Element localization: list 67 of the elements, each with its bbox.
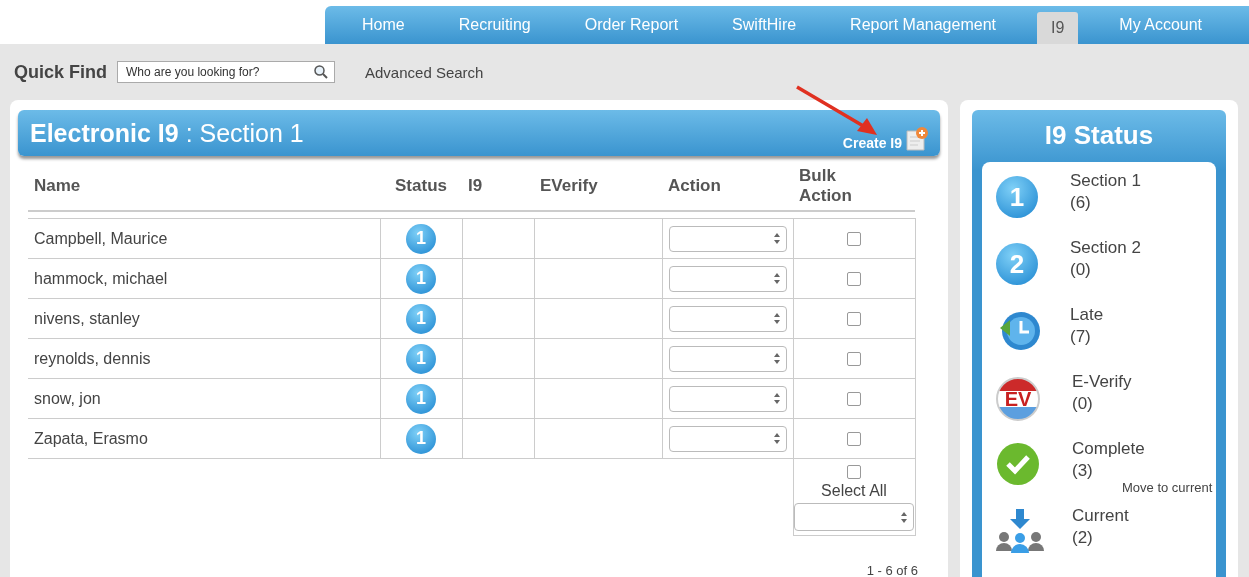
column-header: EVerify xyxy=(540,176,598,196)
search-field[interactable]: Who are you looking for? xyxy=(117,61,335,83)
numbered-circle-icon: 2 xyxy=(996,243,1038,285)
select-all-label: Select All xyxy=(821,482,887,500)
action-dropdown[interactable] xyxy=(668,425,787,452)
status-badge: 1 xyxy=(406,383,436,414)
column-header: Status xyxy=(395,176,447,196)
bulk-checkbox[interactable] xyxy=(847,352,861,367)
status-label[interactable]: Section 1 xyxy=(1070,170,1141,192)
people-icon xyxy=(996,509,1044,553)
status-count: (0) xyxy=(1070,259,1092,281)
select-all-checkbox[interactable] xyxy=(847,465,861,479)
column-header: Action xyxy=(668,176,721,196)
action-dropdown[interactable] xyxy=(668,305,787,332)
caret-icon xyxy=(773,273,780,284)
name-cell: Campbell, Maurice xyxy=(34,229,168,247)
status-count: (3) xyxy=(1072,460,1094,482)
status-badge: 1 xyxy=(406,343,436,374)
status-badge: 1 xyxy=(406,223,436,254)
caret-icon xyxy=(901,511,907,523)
quick-find-label: Quick Find xyxy=(14,61,107,83)
search-icon[interactable] xyxy=(314,65,328,79)
nav-tab[interactable]: I9 xyxy=(1036,12,1079,44)
action-dropdown[interactable] xyxy=(668,225,787,252)
caret-icon xyxy=(773,313,780,324)
bulk-checkbox[interactable] xyxy=(847,272,861,287)
bulk-checkbox[interactable] xyxy=(847,312,861,327)
caret-icon xyxy=(773,233,780,244)
status-label[interactable]: Late xyxy=(1070,304,1104,326)
ev-badge-icon: EV xyxy=(996,377,1040,421)
status-panel-title: I9 Status xyxy=(1043,119,1155,152)
name-cell: hammock, michael xyxy=(34,269,168,287)
status-count: (0) xyxy=(1072,393,1094,415)
bulk-checkbox[interactable] xyxy=(847,232,861,247)
name-cell: snow, jon xyxy=(34,389,101,407)
add-document-icon xyxy=(906,127,928,151)
action-dropdown[interactable] xyxy=(668,345,787,372)
name-cell: reynolds, dennis xyxy=(34,349,151,367)
status-badge: 1 xyxy=(406,303,436,334)
action-dropdown[interactable] xyxy=(668,265,787,292)
status-count: (2) xyxy=(1072,527,1094,549)
name-cell: Zapata, Erasmo xyxy=(34,429,148,447)
status-label[interactable]: Current xyxy=(1072,505,1129,527)
status-count: (7) xyxy=(1070,326,1092,348)
caret-icon xyxy=(773,433,780,444)
move-to-current-link[interactable]: Move to current xyxy=(1122,480,1213,495)
column-header: I9 xyxy=(468,176,483,196)
status-count: (6) xyxy=(1070,192,1092,214)
caret-icon xyxy=(773,353,780,364)
name-cell: nivens, stanley xyxy=(34,309,140,327)
pagination-text: 1 - 6 of 6 xyxy=(866,563,918,577)
status-label[interactable]: Section 2 xyxy=(1070,237,1141,259)
status-label[interactable]: E-Verify xyxy=(1072,371,1132,393)
column-header: Bulk Action xyxy=(799,166,853,206)
advanced-search-link[interactable]: Advanced Search xyxy=(365,63,484,81)
bulk-action-dropdown[interactable] xyxy=(794,503,914,531)
panel-title: Electronic I9 : Section 1 xyxy=(30,118,305,148)
caret-icon xyxy=(773,393,780,404)
status-label[interactable]: Complete xyxy=(1072,438,1145,460)
bulk-checkbox[interactable] xyxy=(847,432,861,447)
column-header: Name xyxy=(34,176,81,196)
action-dropdown[interactable] xyxy=(668,385,787,412)
status-badge: 1 xyxy=(406,423,436,454)
numbered-circle-icon: 1 xyxy=(996,176,1038,218)
status-badge: 1 xyxy=(406,263,436,294)
checkmark-icon xyxy=(996,442,1040,486)
bulk-checkbox[interactable] xyxy=(847,392,861,407)
